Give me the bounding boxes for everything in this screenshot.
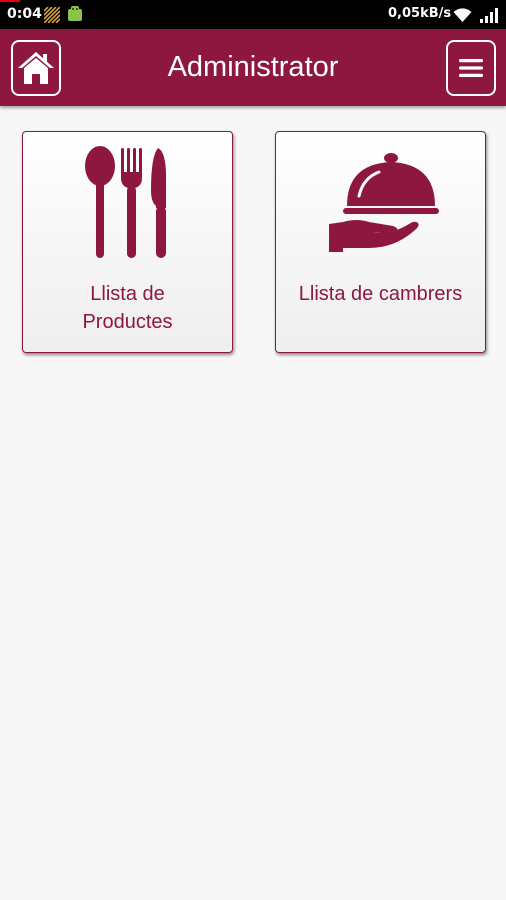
android-notification-icon xyxy=(67,6,83,22)
status-bar: 0:04 0,05kB/s xyxy=(0,0,506,29)
home-icon xyxy=(18,52,54,84)
serving-cloche-icon xyxy=(276,152,485,256)
status-time: 0:04 xyxy=(7,6,42,22)
waiters-list-tile[interactable]: Llista de cambrers xyxy=(275,131,486,353)
products-list-tile[interactable]: Llista de Productes xyxy=(22,131,233,353)
status-indicator-line xyxy=(0,0,20,2)
menu-button[interactable] xyxy=(446,40,496,96)
page-title: Administrator xyxy=(167,51,339,83)
waiters-list-label: Llista de cambrers xyxy=(298,283,463,305)
wifi-icon xyxy=(453,7,472,23)
notification-stripes-icon xyxy=(43,6,61,24)
home-button[interactable] xyxy=(11,40,61,96)
products-list-label: Llista de Productes xyxy=(82,283,173,333)
cutlery-icon xyxy=(23,146,232,260)
app-bar: Administrator xyxy=(0,29,506,106)
network-speed: 0,05kB/s xyxy=(388,6,452,21)
signal-strength-icon xyxy=(480,8,500,23)
hamburger-menu-icon xyxy=(459,59,483,77)
